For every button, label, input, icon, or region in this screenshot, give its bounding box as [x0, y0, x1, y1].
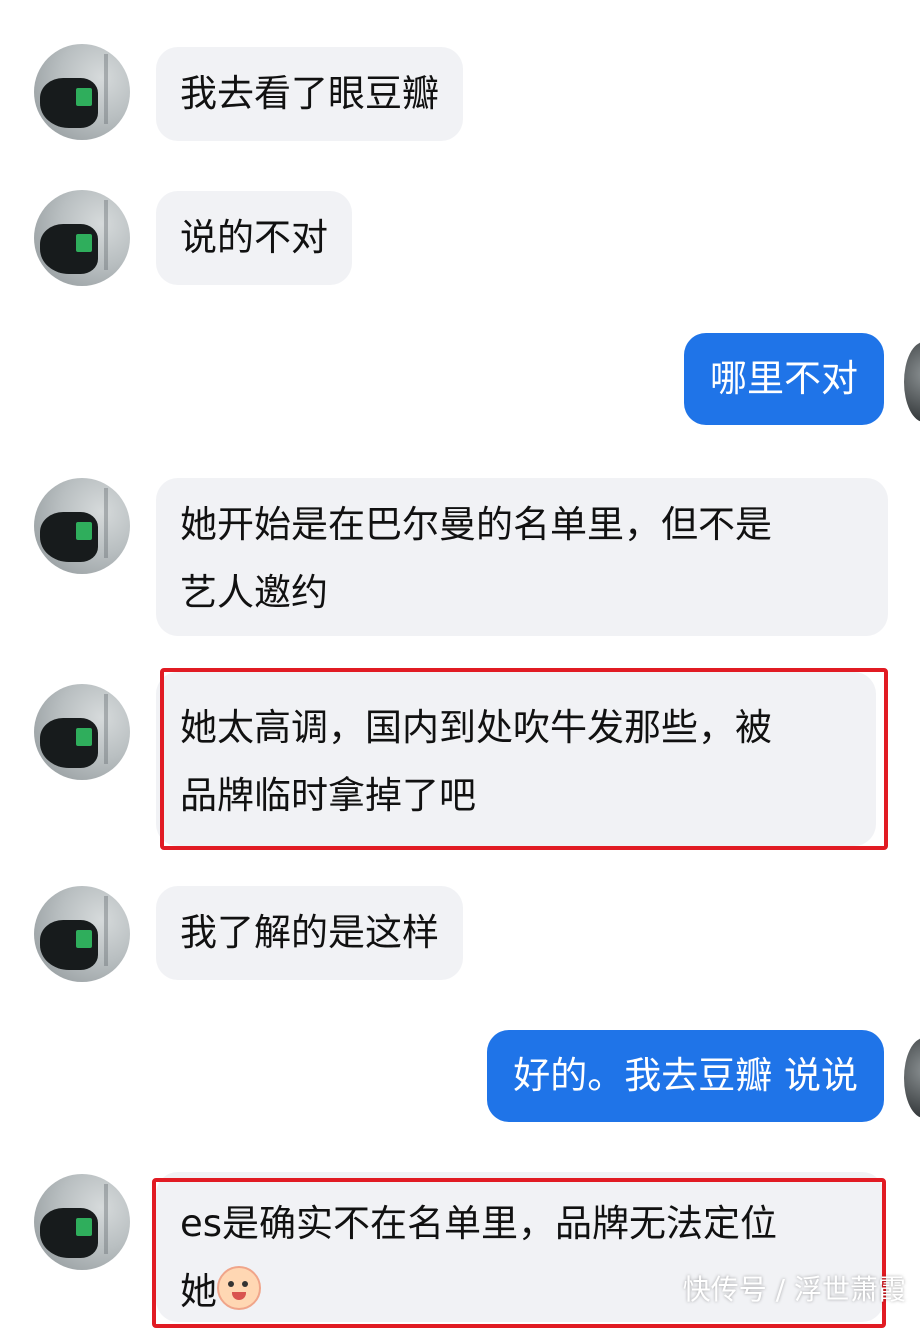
avatar-detail	[76, 234, 92, 252]
message-text: 说的不对	[180, 216, 328, 259]
avatar-detail	[76, 1218, 92, 1236]
outgoing-message[interactable]: 哪里不对	[684, 333, 884, 425]
message-text: 我了解的是这样	[180, 911, 439, 954]
incoming-message[interactable]: 说的不对	[156, 191, 352, 285]
highlight-box	[160, 668, 888, 850]
message-text-line: 艺人邀约	[180, 571, 328, 614]
avatar-detail	[76, 522, 92, 540]
incoming-message[interactable]: 她开始是在巴尔曼的名单里，但不是 艺人邀约	[156, 478, 888, 636]
avatar-detail	[76, 930, 92, 948]
self-avatar[interactable]	[904, 1038, 920, 1118]
contact-avatar[interactable]	[34, 684, 130, 780]
avatar-detail	[104, 896, 108, 966]
message-text: 哪里不对	[710, 357, 858, 400]
avatar-detail	[104, 200, 108, 270]
contact-avatar[interactable]	[34, 44, 130, 140]
self-avatar[interactable]	[904, 342, 920, 422]
avatar-detail	[104, 54, 108, 124]
contact-avatar[interactable]	[34, 1174, 130, 1270]
contact-avatar[interactable]	[34, 478, 130, 574]
avatar-detail	[104, 1184, 108, 1254]
message-text: 我去看了眼豆瓣	[180, 72, 439, 115]
contact-avatar[interactable]	[34, 190, 130, 286]
incoming-message[interactable]: 我了解的是这样	[156, 886, 463, 980]
avatar-detail	[76, 728, 92, 746]
message-text: 好的。我去豆瓣 说说	[513, 1054, 858, 1097]
contact-avatar[interactable]	[34, 886, 130, 982]
avatar-detail	[104, 694, 108, 764]
avatar-detail	[76, 88, 92, 106]
outgoing-message[interactable]: 好的。我去豆瓣 说说	[487, 1030, 884, 1122]
incoming-message[interactable]: 我去看了眼豆瓣	[156, 47, 463, 141]
message-text-line: 她开始是在巴尔曼的名单里，但不是	[180, 503, 772, 546]
avatar-detail	[104, 488, 108, 558]
watermark: 快传号 / 浮世萧霞	[682, 1273, 906, 1306]
